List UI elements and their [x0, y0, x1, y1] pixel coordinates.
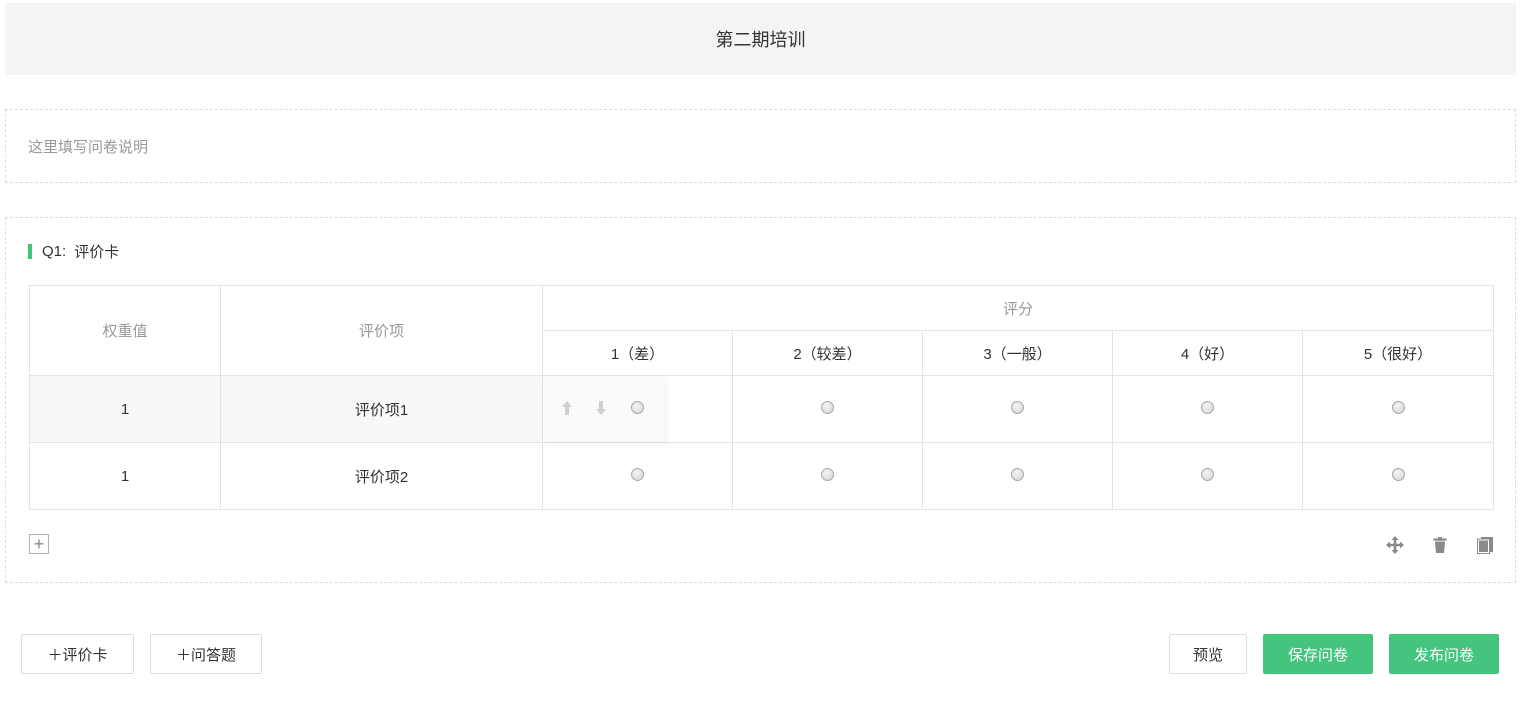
move-down-icon[interactable] — [595, 400, 607, 416]
preview-button[interactable]: 预览 — [1169, 634, 1247, 674]
publish-survey-button[interactable]: 发布问卷 — [1389, 634, 1499, 674]
score-radio[interactable] — [1201, 401, 1214, 415]
score-option-2[interactable]: 2（较差） — [732, 330, 923, 376]
row-weight[interactable]: 1 — [29, 375, 221, 443]
move-up-icon[interactable] — [561, 400, 573, 416]
delete-icon[interactable] — [1431, 536, 1449, 554]
score-cell — [732, 442, 923, 510]
survey-description-placeholder: 这里填写问卷说明 — [28, 138, 149, 156]
score-cell — [1302, 375, 1494, 443]
score-radio[interactable] — [1391, 468, 1405, 482]
score-radio[interactable] — [631, 401, 644, 414]
row-item[interactable]: 评价项2 — [220, 442, 543, 510]
score-option-1[interactable]: 1（差） — [542, 330, 733, 376]
table-row: 1 评价项1 — [29, 375, 1494, 443]
drag-move-icon[interactable] — [1386, 536, 1404, 554]
score-radio[interactable] — [1011, 401, 1024, 415]
table-row: 1 评价项2 — [29, 442, 1494, 510]
question-number: Q1: — [42, 242, 67, 260]
survey-editor: 第二期培训 这里填写问卷说明 Q1: 评价卡 权重值 评价项 评分 1（差） 2… — [0, 0, 1531, 705]
row-tools-panel — [543, 376, 665, 442]
question-title[interactable]: 评价卡 — [74, 241, 119, 262]
add-row-icon[interactable]: + — [29, 534, 49, 554]
header-item: 评价项 — [220, 285, 543, 376]
score-option-4[interactable]: 4（好） — [1112, 330, 1303, 376]
score-cell — [1112, 375, 1303, 443]
score-radio[interactable] — [821, 468, 834, 482]
score-cell — [1112, 442, 1303, 510]
score-cell — [1302, 442, 1494, 510]
score-radio[interactable] — [1201, 468, 1214, 482]
row-tools-cell — [542, 375, 733, 443]
question-header: Q1: 评价卡 — [28, 241, 119, 262]
row-weight[interactable]: 1 — [29, 442, 221, 510]
add-rating-card-button[interactable]: ＋评价卡 — [21, 634, 134, 674]
score-cell — [922, 442, 1113, 510]
rating-table: 权重值 评价项 评分 1（差） 2（较差） 3（一般） 4（好） 5（很好） 1… — [29, 285, 1494, 510]
question-card[interactable]: Q1: 评价卡 权重值 评价项 评分 1（差） 2（较差） 3（一般） 4（好）… — [5, 217, 1516, 583]
question-accent-bar — [28, 243, 32, 259]
survey-description-field[interactable]: 这里填写问卷说明 — [5, 109, 1516, 183]
score-option-5[interactable]: 5（很好） — [1302, 330, 1494, 376]
survey-title[interactable]: 第二期培训 — [5, 3, 1516, 75]
header-weight: 权重值 — [29, 285, 221, 376]
survey-title-text: 第二期培训 — [715, 30, 806, 50]
score-radio[interactable] — [821, 401, 834, 415]
score-cell — [922, 375, 1113, 443]
score-option-3[interactable]: 3（一般） — [922, 330, 1113, 376]
score-radio[interactable] — [1391, 401, 1405, 415]
score-cell — [732, 375, 923, 443]
save-survey-button[interactable]: 保存问卷 — [1263, 634, 1373, 674]
score-radio[interactable] — [631, 468, 644, 482]
score-cell — [542, 442, 733, 510]
add-qa-button[interactable]: ＋问答题 — [150, 634, 262, 674]
row-item[interactable]: 评价项1 — [220, 375, 543, 443]
copy-icon[interactable] — [1476, 536, 1494, 554]
score-radio[interactable] — [1011, 468, 1024, 482]
header-score: 评分 — [542, 285, 1494, 331]
